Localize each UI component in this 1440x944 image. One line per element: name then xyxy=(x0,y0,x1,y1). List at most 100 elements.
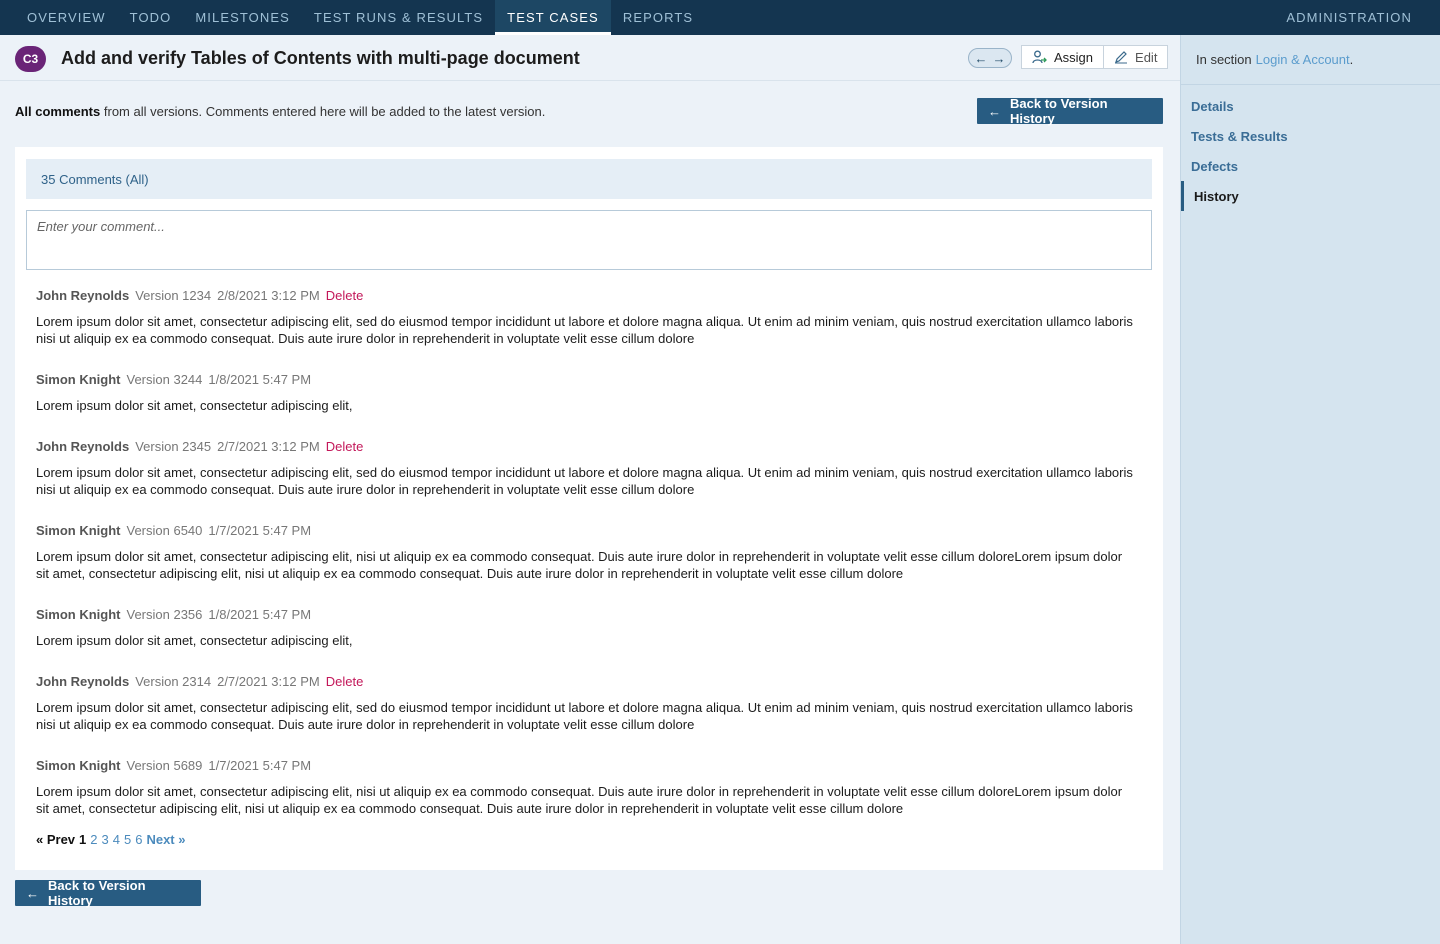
comment-body: Lorem ipsum dolor sit amet, consectetur … xyxy=(36,465,1133,497)
comments-list: John Reynolds Version 1234 2/8/2021 3:12 P… xyxy=(36,287,1136,841)
sidebar-menu: Details Tests & Results Defects History xyxy=(1181,85,1440,211)
sidebar-item-defects[interactable]: Defects xyxy=(1181,151,1440,181)
comment-date: 1/7/2021 5:47 PM xyxy=(208,757,312,773)
sidebar-item-history[interactable]: History xyxy=(1181,181,1440,211)
comment-delete-link[interactable]: Delete xyxy=(326,288,364,303)
comment-version: Version 1234 xyxy=(135,287,212,303)
action-buttons: Assign Edit xyxy=(1021,45,1169,69)
back-arrow-icon: ← xyxy=(26,885,39,901)
tab-overview[interactable]: OVERVIEW xyxy=(15,0,118,35)
comment-delete-link[interactable]: Delete xyxy=(326,439,364,454)
comment-meta: Simon Knight Version 6540 1/7/2021 5:47 PM xyxy=(36,522,1136,538)
comment-date: 2/7/2021 3:12 PM xyxy=(217,438,320,454)
comment-author: John Reynolds xyxy=(36,673,130,689)
pager-page-5[interactable]: 5 xyxy=(124,832,131,847)
comment-version: Version 5689 xyxy=(126,757,203,773)
comment-version: Version 2356 xyxy=(126,606,203,622)
comment-author: Simon Knight xyxy=(36,522,121,538)
comment-author: John Reynolds xyxy=(36,287,130,303)
comment-author: Simon Knight xyxy=(36,371,121,387)
page-title: Add and verify Tables of Contents with m… xyxy=(61,48,580,68)
comment-meta: Simon Knight Version 3244 1/8/2021 5:47 PM xyxy=(36,371,1136,387)
comment-meta: John Reynolds Version 2314 2/7/2021 3:12 P… xyxy=(36,673,1136,689)
next-arrow-icon[interactable]: → xyxy=(993,52,1006,65)
comment-author: John Reynolds xyxy=(36,438,130,454)
section-info: In section Login & Account. xyxy=(1181,35,1440,85)
comment-date: 1/8/2021 5:47 PM xyxy=(208,606,312,622)
comments-count: 35 Comments (All) xyxy=(41,171,149,187)
comments-card: 35 Comments (All) John Reynolds Version 1… xyxy=(15,147,1163,870)
comment-input[interactable] xyxy=(26,210,1152,270)
assign-label: Assign xyxy=(1054,49,1094,65)
back-to-version-history-button[interactable]: ← Back to Version History xyxy=(977,96,1163,126)
comment-item: Simon Knight Version 5689 1/7/2021 5:47 PM… xyxy=(36,757,1136,817)
comments-count-bar: 35 Comments (All) xyxy=(26,159,1152,199)
comment-body: Lorem ipsum dolor sit amet, consectetur … xyxy=(36,633,353,648)
case-id-badge: C3 xyxy=(15,46,46,72)
back-to-version-history-button-bottom[interactable]: ← Back to Version History xyxy=(15,878,201,908)
right-sidebar: In section Login & Account. Details Test… xyxy=(1180,35,1440,944)
pager-page-4[interactable]: 4 xyxy=(113,832,120,847)
comment-item: John Reynolds Version 2314 2/7/2021 3:12 P… xyxy=(36,673,1136,733)
assign-button[interactable]: Assign xyxy=(1022,46,1103,68)
comment-body: Lorem ipsum dolor sit amet, consectetur … xyxy=(36,784,1123,816)
comment-item: Simon Knight Version 6540 1/7/2021 5:47 PM… xyxy=(36,522,1136,582)
sidebar-item-details[interactable]: Details xyxy=(1181,91,1440,121)
comment-author: Simon Knight xyxy=(36,606,121,622)
comment-author: Simon Knight xyxy=(36,757,121,773)
comments-scope-info: All comments from all versions. Comments… xyxy=(15,104,545,119)
pager-page-6[interactable]: 6 xyxy=(135,832,142,847)
comment-body: Lorem ipsum dolor sit amet, consectetur … xyxy=(36,549,1123,581)
back-button-label: Back to Version History xyxy=(48,878,146,908)
pager-page-3[interactable]: 3 xyxy=(102,832,109,847)
back-arrow-icon: ← xyxy=(988,103,1001,119)
pager-prev[interactable]: « Prev xyxy=(36,832,75,847)
comment-date: 2/8/2021 3:12 PM xyxy=(217,287,320,303)
comment-meta: Simon Knight Version 5689 1/7/2021 5:47 PM xyxy=(36,757,1136,773)
assign-user-icon xyxy=(1032,50,1047,64)
administration-link[interactable]: ADMINISTRATION xyxy=(1286,0,1412,35)
section-link[interactable]: Login & Account xyxy=(1256,52,1350,67)
pencil-icon xyxy=(1115,51,1128,64)
tab-test-runs-results[interactable]: TEST RUNS & RESULTS xyxy=(302,0,495,35)
section-prefix: In section xyxy=(1196,52,1252,67)
pagination: « Prev 1 2 3 4 5 6 Next » xyxy=(36,832,185,847)
nav-tabs: OVERVIEW TODO MILESTONES TEST RUNS & RES… xyxy=(0,0,705,35)
tab-test-cases[interactable]: TEST CASES xyxy=(495,0,611,35)
comment-item: Simon Knight Version 3244 1/8/2021 5:47 PM… xyxy=(36,371,1136,414)
comment-meta: John Reynolds Version 1234 2/8/2021 3:12 P… xyxy=(36,287,1136,303)
info-text: from all versions. Comments entered here… xyxy=(103,104,546,119)
section-suffix: . xyxy=(1349,52,1354,67)
comment-date: 1/8/2021 5:47 PM xyxy=(208,371,312,387)
comment-meta: Simon Knight Version 2356 1/8/2021 5:47 PM xyxy=(36,606,1136,622)
info-bold: All comments xyxy=(15,104,101,119)
sidebar-item-tests-results[interactable]: Tests & Results xyxy=(1181,121,1440,151)
back-button-label: Back to Version History xyxy=(1010,96,1108,126)
comment-version: Version 6540 xyxy=(126,522,203,538)
comment-body: Lorem ipsum dolor sit amet, consectetur … xyxy=(36,700,1133,732)
edit-button[interactable]: Edit xyxy=(1103,46,1167,68)
comment-version: Version 2345 xyxy=(135,438,212,454)
edit-label: Edit xyxy=(1135,49,1158,65)
comment-version: Version 2314 xyxy=(135,673,212,689)
case-header: C3 Add and verify Tables of Contents wit… xyxy=(0,35,1180,81)
comment-item: John Reynolds Version 2345 2/7/2021 3:12 P… xyxy=(36,438,1136,498)
comment-body: Lorem ipsum dolor sit amet, consectetur … xyxy=(36,398,353,413)
tab-reports[interactable]: REPORTS xyxy=(611,0,705,35)
comment-item: John Reynolds Version 1234 2/8/2021 3:12 P… xyxy=(36,287,1136,347)
comment-date: 2/7/2021 3:12 PM xyxy=(217,673,320,689)
comment-item: Simon Knight Version 2356 1/8/2021 5:47 PM… xyxy=(36,606,1136,649)
tab-todo[interactable]: TODO xyxy=(118,0,184,35)
comment-version: Version 3244 xyxy=(126,371,203,387)
comment-meta: John Reynolds Version 2345 2/7/2021 3:12 P… xyxy=(36,438,1136,454)
pager-page-2[interactable]: 2 xyxy=(90,832,97,847)
comment-body: Lorem ipsum dolor sit amet, consectetur … xyxy=(36,314,1133,346)
tab-milestones[interactable]: MILESTONES xyxy=(183,0,302,35)
comment-date: 1/7/2021 5:47 PM xyxy=(208,522,312,538)
case-navigation: ← → xyxy=(968,48,1012,68)
comment-delete-link[interactable]: Delete xyxy=(326,674,364,689)
previous-arrow-icon[interactable]: ← xyxy=(975,52,988,65)
pager-current-page: 1 xyxy=(79,832,87,847)
top-navigation: OVERVIEW TODO MILESTONES TEST RUNS & RES… xyxy=(0,0,1440,35)
pager-next[interactable]: Next » xyxy=(146,832,185,847)
